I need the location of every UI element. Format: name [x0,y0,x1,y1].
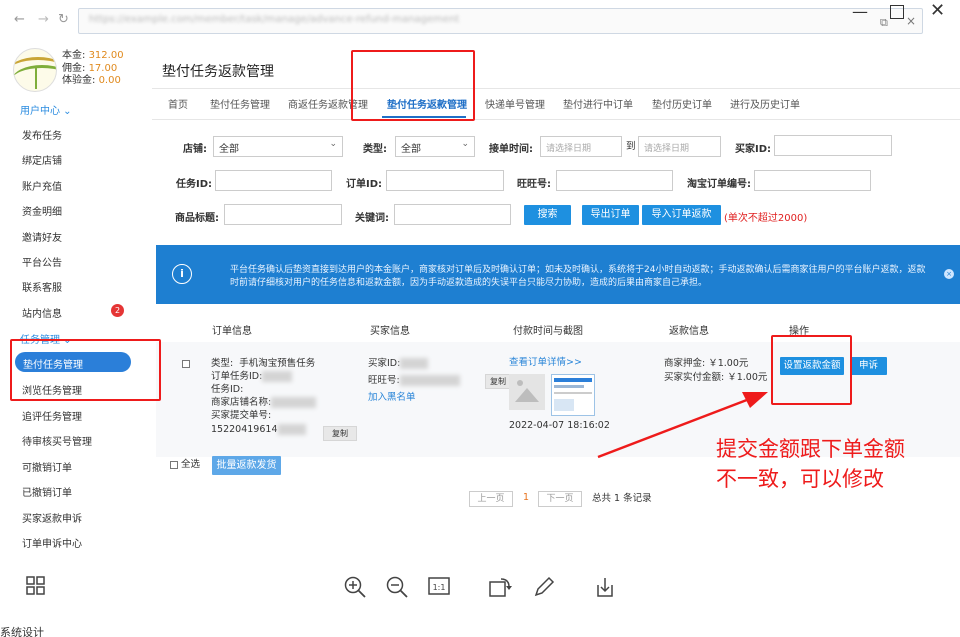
bottom-caption: 系统设计 [0,626,44,637]
zoom-in-icon[interactable] [344,576,366,598]
rotate-icon[interactable] [489,576,513,598]
zoom-out-icon[interactable] [386,576,408,598]
edit-icon[interactable] [533,576,555,598]
annotation-text: 提交金额跟下单金额 不一致，可以修改 [716,434,905,494]
annotation-line-2: 不一致，可以修改 [716,467,884,491]
actual-size-icon[interactable]: 1:1 [428,576,450,596]
grid-icon[interactable] [26,576,46,596]
annotation-arrow [597,392,768,459]
image-viewer-toolbar: 1:1 [0,553,960,637]
download-icon[interactable] [594,576,616,598]
svg-text:1:1: 1:1 [433,583,446,592]
annotation-line-1: 提交金额跟下单金额 [716,437,905,461]
